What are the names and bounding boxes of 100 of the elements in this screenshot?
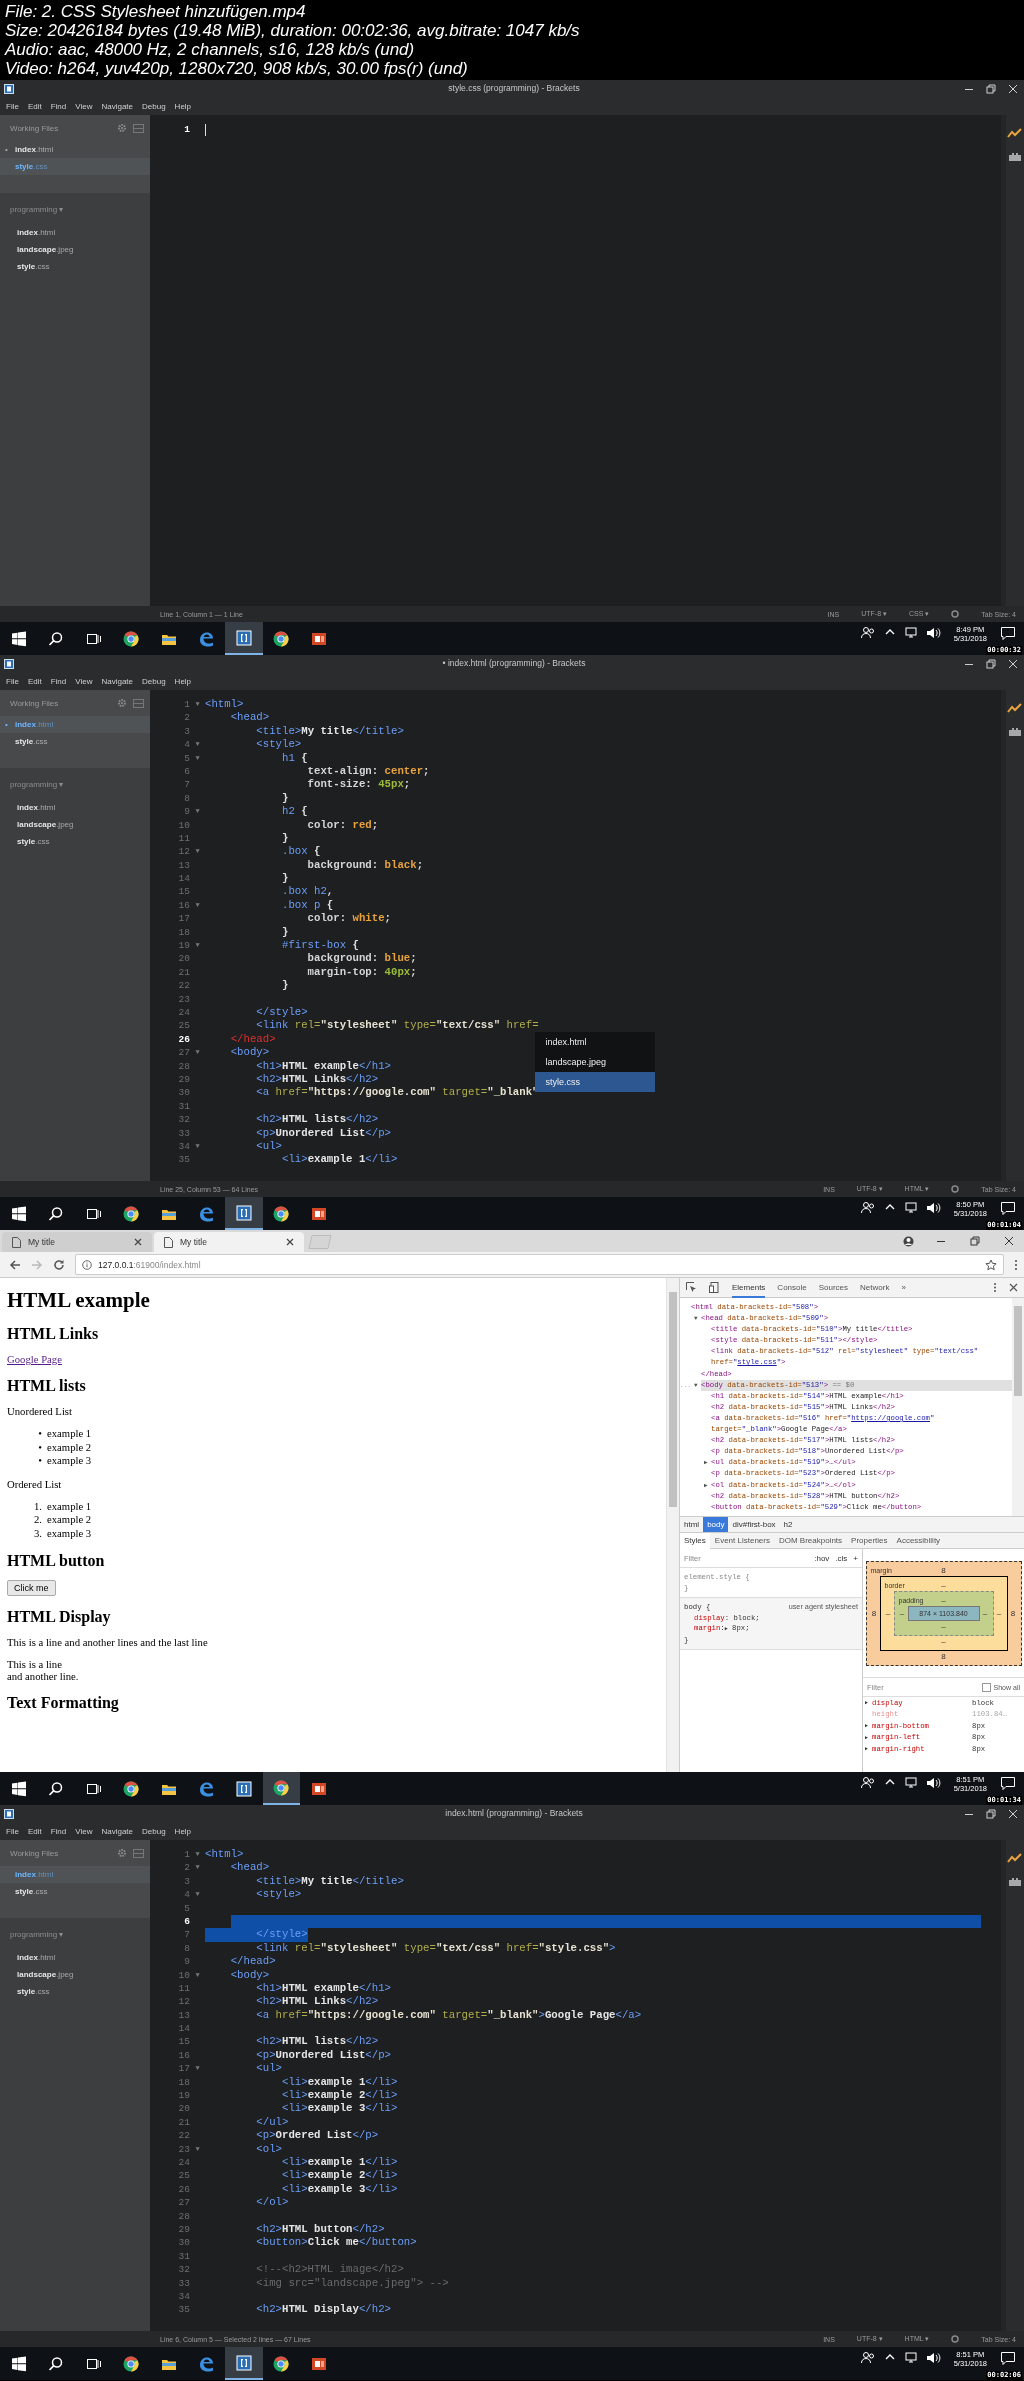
close-icon[interactable]	[134, 1238, 142, 1246]
toolbar-button[interactable]: +	[853, 1553, 858, 1563]
back-arrow-icon[interactable]	[9, 1258, 21, 1271]
panel-tab[interactable]: Event Listeners	[710, 1532, 774, 1549]
sidebar-entry[interactable]: style.css	[0, 833, 150, 850]
toolbar-button[interactable]: :hov	[814, 1553, 830, 1563]
devtools-tab[interactable]: Elements	[732, 1277, 766, 1298]
sidebar-entry[interactable]: • index.html	[0, 716, 150, 733]
click-me-button[interactable]: Click me	[7, 1580, 56, 1596]
brick-icon[interactable]	[1008, 726, 1022, 737]
menu-item[interactable]: Navigate	[101, 676, 134, 686]
inspect-icon[interactable]	[686, 1282, 697, 1293]
sidebar-entry[interactable]: • index.html	[0, 141, 150, 158]
menu-item[interactable]: Help	[174, 676, 192, 686]
restore-icon[interactable]	[970, 1236, 980, 1246]
brick-icon[interactable]	[1008, 151, 1022, 162]
autocomplete-item[interactable]: index.html	[534, 1032, 655, 1053]
menu-item[interactable]: View	[75, 676, 93, 686]
people-icon[interactable]	[859, 625, 875, 640]
sidebar-entry[interactable]: index.html	[0, 1866, 150, 1883]
speaker-icon[interactable]	[925, 625, 941, 640]
sidebar-entry[interactable]: style.css	[0, 1983, 150, 2000]
circle-icon[interactable]	[951, 1185, 960, 1193]
menu-item[interactable]: Debug	[142, 676, 166, 686]
people-icon[interactable]	[859, 1200, 875, 1215]
device-icon[interactable]	[709, 1282, 720, 1293]
speaker-icon[interactable]	[925, 2350, 941, 2365]
restore-icon[interactable]	[986, 1808, 996, 1819]
menu-item[interactable]: Debug	[142, 1826, 166, 1836]
circle-icon[interactable]	[951, 610, 960, 618]
panel-tab[interactable]: DOM Breakpoints	[774, 1532, 847, 1549]
monitor-icon[interactable]	[904, 2350, 917, 2364]
gear-icon[interactable]	[117, 1848, 127, 1858]
menu-item[interactable]: File	[6, 676, 19, 686]
monitor-icon[interactable]	[904, 1775, 917, 1789]
browser-tab[interactable]: My title	[2, 1232, 152, 1252]
panel-tab[interactable]: Properties	[847, 1532, 892, 1549]
kebab-menu-icon[interactable]	[993, 1282, 997, 1293]
browser-tab[interactable]: My title	[154, 1232, 304, 1252]
devtools-tab[interactable]: Network	[860, 1277, 890, 1298]
scrollbar[interactable]	[1012, 1298, 1024, 1516]
menu-item[interactable]: File	[6, 101, 19, 111]
people-icon[interactable]	[859, 1775, 875, 1790]
sidebar-entry[interactable]: style.css	[0, 258, 150, 275]
devtools-tab[interactable]: Console	[777, 1277, 807, 1298]
close-icon[interactable]	[286, 1238, 294, 1246]
circle-icon[interactable]	[951, 2335, 960, 2343]
close-icon[interactable]	[1009, 1283, 1018, 1292]
toolbar-button[interactable]: .cls	[835, 1553, 848, 1563]
notification-icon[interactable]	[1000, 1775, 1016, 1791]
notification-icon[interactable]	[1000, 1200, 1016, 1216]
gear-icon[interactable]	[117, 123, 127, 133]
star-icon[interactable]	[985, 1258, 997, 1271]
autocomplete-item[interactable]: style.css	[534, 1072, 655, 1093]
menu-item[interactable]: Help	[174, 1826, 192, 1836]
speaker-icon[interactable]	[925, 1775, 941, 1790]
autocomplete-item[interactable]: landscape.jpeg	[534, 1052, 655, 1073]
text-link[interactable]: Google Page	[7, 1353, 62, 1365]
menu-item[interactable]: Edit	[27, 676, 42, 686]
sidebar-entry[interactable]: index.html	[0, 224, 150, 241]
menu-item[interactable]: Navigate	[101, 101, 134, 111]
breadcrumb[interactable]: body	[703, 1517, 729, 1532]
panel-tab[interactable]: Styles	[680, 1532, 710, 1549]
sidebar-entry[interactable]: index.html	[0, 1949, 150, 1966]
people-icon[interactable]	[859, 2350, 875, 2365]
notification-icon[interactable]	[1000, 2350, 1016, 2366]
breadcrumb[interactable]: h2	[779, 1517, 797, 1532]
menu-item[interactable]: View	[75, 1826, 93, 1836]
menu-item[interactable]: File	[6, 1826, 19, 1836]
sidebar-entry[interactable]: style.css	[0, 158, 150, 175]
sidebar-entry[interactable]: style.css	[0, 1883, 150, 1900]
gear-icon[interactable]	[117, 698, 127, 708]
taskbar-button[interactable]	[262, 1772, 300, 1805]
menu-item[interactable]: Find	[50, 1826, 67, 1836]
menu-item[interactable]: Edit	[27, 1826, 42, 1836]
zigzag-line-icon[interactable]	[1007, 127, 1023, 139]
brick-icon[interactable]	[1008, 1876, 1022, 1887]
menu-item[interactable]: Edit	[27, 101, 42, 111]
zigzag-line-icon[interactable]	[1007, 702, 1023, 714]
breadcrumb[interactable]: div#first-box	[728, 1517, 780, 1532]
speaker-icon[interactable]	[925, 1200, 941, 1215]
kebab-menu-icon[interactable]	[1014, 1258, 1018, 1271]
menu-item[interactable]: Debug	[142, 101, 166, 111]
monitor-icon[interactable]	[904, 625, 917, 639]
more-tabs-button[interactable]: »	[901, 1277, 906, 1298]
monitor-icon[interactable]	[904, 1200, 917, 1214]
sidebar-entry[interactable]: index.html	[0, 799, 150, 816]
notification-icon[interactable]	[1000, 625, 1016, 641]
reload-icon[interactable]	[53, 1258, 65, 1271]
sidebar-entry[interactable]: landscape.jpeg	[0, 1966, 150, 1983]
menu-item[interactable]: Navigate	[101, 1826, 134, 1836]
menu-item[interactable]: Find	[50, 101, 67, 111]
sidebar-entry[interactable]: style.css	[0, 733, 150, 750]
scrollbar[interactable]	[666, 1278, 679, 1772]
panel-tab[interactable]: Accessibility	[892, 1532, 945, 1549]
menu-item[interactable]: View	[75, 101, 93, 111]
sidebar-entry[interactable]: landscape.jpeg	[0, 241, 150, 258]
devtools-tab[interactable]: Sources	[818, 1277, 849, 1298]
restore-icon[interactable]	[986, 658, 996, 669]
menu-item[interactable]: Find	[50, 676, 67, 686]
